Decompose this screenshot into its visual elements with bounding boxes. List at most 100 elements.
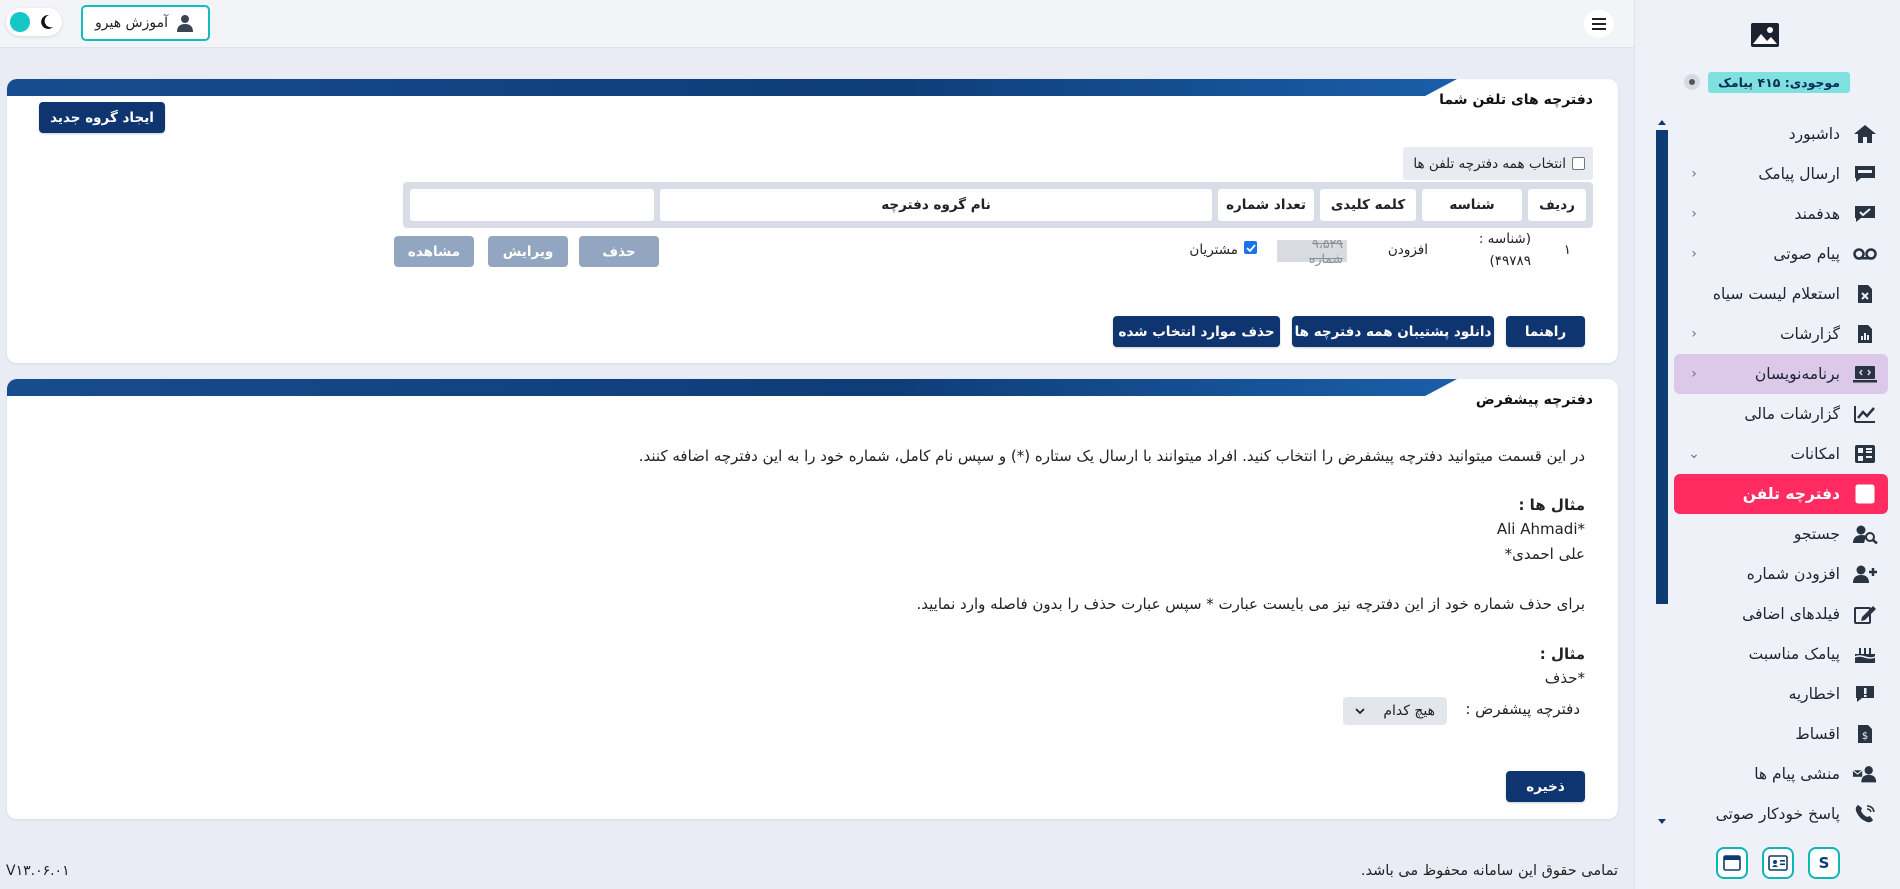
table-header: ردیف شناسه کلمه کلیدی تعداد شماره نام گر… [403,182,1593,228]
sidebar-item-developers[interactable]: برنامه‌نویسان ‹ [1674,354,1888,394]
chevron-left-icon: ‹ [1691,326,1697,342]
delete-selected-button[interactable]: حذف موارد انتخاب شده [1113,316,1280,347]
browser-window-button[interactable] [1716,847,1748,879]
row-count: ۹،۵۲۹ شماره [1277,236,1347,266]
sidebar-item-occasion-sms[interactable]: پیامک مناسبت [1674,634,1888,674]
column-keyword: کلمه کلیدی [1320,189,1416,221]
edit-icon [1852,603,1878,625]
example-remove: *حذف [1544,669,1585,687]
select-all-label: انتخاب همه دفترچه تلفن ها [1413,155,1566,172]
chevron-left-icon: ‹ [1691,366,1697,382]
examples-heading: مثال ها : [1518,496,1585,514]
features-icon [1852,443,1878,465]
installment-icon: $ [1852,723,1878,745]
row-name: مشتریان [1189,242,1238,258]
sidebar-item-phonebook[interactable]: دفترچه تلفن [1674,474,1888,514]
create-group-button[interactable]: ایجاد گروه جدید [39,102,165,133]
sidebar-item-reports[interactable]: گزارشات ‹ [1674,314,1888,354]
save-button[interactable]: ذخیره [1506,771,1585,802]
sidebar-item-label: پیام صوتی [1773,245,1840,263]
sidebar-item-label: گزارشات [1779,325,1840,343]
alert-icon [1852,683,1878,705]
contact-card-icon [1768,855,1788,871]
balance-badge: موجودی: ۴۱۵ پیامک [1708,71,1850,93]
add-user-icon [1852,563,1878,585]
top-bar: آموزش هیرو [0,0,1634,48]
browser-window-icon [1723,855,1741,871]
sidebar-item-label: استعلام لیست سیاه [1712,285,1840,303]
copyright-text: تمامی حقوق این سامانه محفوظ می باشد. [1360,863,1618,879]
phone-reply-icon [1852,803,1878,825]
sidebar-item-dashboard[interactable]: داشبورد [1674,114,1888,154]
scroll-up-arrow-icon[interactable] [1658,120,1666,125]
row-id-line1: (شناسه : [1478,231,1531,247]
sidebar-item-targeted[interactable]: هدفمند ‹ [1674,194,1888,234]
user-icon [177,15,194,32]
sidebar-item-label: هدفمند [1794,205,1841,223]
phonebooks-title: دفترچه های تلفن شما [1439,92,1593,108]
scrollbar-thumb[interactable] [1656,130,1668,604]
hamburger-icon [1592,18,1606,30]
user-name: آموزش هیرو [95,15,169,31]
column-count: تعداد شماره [1218,189,1314,221]
sidebar-item-label: امکانات [1790,445,1840,463]
delete-button[interactable]: حذف [579,236,659,267]
sidebar-item-label: داشبورد [1788,125,1840,143]
sidebar-item-label: منشی پیام ها [1754,765,1840,783]
select-value: هیچ کدام [1383,703,1435,719]
example-persian: علی احمدی* [1504,545,1585,563]
edit-button[interactable]: ویرایش [488,236,568,267]
sms-icon [1852,163,1878,185]
select-all-checkbox[interactable] [1572,157,1585,170]
sidebar-item-send-sms[interactable]: ارسال پیامک ‹ [1674,154,1888,194]
refresh-balance-icon[interactable] [1684,74,1701,90]
select-all-phonebooks[interactable]: انتخاب همه دفترچه تلفن ها [1403,147,1593,180]
sidebar-item-installments[interactable]: $ اقساط [1674,714,1888,754]
chevron-down-icon: ⌄ [1688,446,1700,462]
toggle-knob [10,12,30,32]
sidebar-item-features[interactable]: امکانات ⌄ [1674,434,1888,474]
sidebar-scrollbar[interactable] [1656,120,1668,824]
sidebar-item-label: اخطاریه [1788,685,1840,703]
secretary-icon [1852,763,1878,785]
target-message-icon [1852,203,1878,225]
sidebar-item-voice-message[interactable]: پیام صوتی ‹ [1674,234,1888,274]
balance-row: موجودی: ۴۱۵ پیامک [1684,70,1850,94]
default-book-title: دفترچه پیشفرض [1475,392,1593,408]
menu-toggle-button[interactable] [1584,10,1614,38]
column-row: ردیف [1528,189,1586,221]
default-phonebook-select[interactable]: هیچ کدام [1343,697,1447,725]
default-phonebook-card: دفترچه پیشفرض در این قسمت میتوانید دفترچ… [7,379,1618,819]
row-checkbox[interactable] [1244,241,1257,254]
view-button[interactable]: مشاهده [394,236,474,267]
sidebar-item-voice-autoreply[interactable]: پاسخ خودکار صوتی [1674,794,1888,834]
blacklist-icon [1852,283,1878,305]
skype-icon: S [1818,854,1830,872]
download-backup-button[interactable]: دانلود پشتیبان همه دفترچه ها [1292,316,1494,347]
sidebar-item-message-secretary[interactable]: منشی پیام ها [1674,754,1888,794]
sidebar-item-label: اقساط [1795,725,1840,743]
sidebar-item-search[interactable]: جستجو [1674,514,1888,554]
sidebar-item-label: برنامه‌نویسان [1754,365,1840,383]
sidebar-item-label: افزودن شماره [1746,565,1840,583]
sidebar-menu: داشبورد ارسال پیامک ‹ هدفمند ‹ پیام صوتی… [1674,114,1888,834]
sidebar-item-add-number[interactable]: افزودن شماره [1674,554,1888,594]
skype-button[interactable]: S [1808,847,1840,879]
sidebar-item-notice[interactable]: اخطاریه [1674,674,1888,714]
sidebar: موجودی: ۴۱۵ پیامک داشبورد ارسال پیامک ‹ … [1634,0,1900,889]
chevron-down-icon [1355,707,1365,714]
sidebar-item-financial-reports[interactable]: گزارشات مالی [1674,394,1888,434]
help-button[interactable]: راهنما [1506,316,1585,347]
scroll-down-arrow-icon[interactable] [1658,819,1666,824]
row-keyword: افزودن [1387,242,1428,258]
user-account-button[interactable]: آموزش هیرو [81,5,211,41]
column-actions [410,189,654,221]
sidebar-item-label: گزارشات مالی [1744,405,1840,423]
contact-card-button[interactable] [1762,847,1794,879]
sidebar-item-label: پیامک مناسبت [1748,645,1840,663]
user-search-icon [1852,523,1878,545]
sidebar-item-extra-fields[interactable]: فیلدهای اضافی [1674,594,1888,634]
theme-toggle[interactable] [6,8,62,36]
cake-icon [1852,643,1878,665]
sidebar-item-blacklist[interactable]: استعلام لیست سیاه [1674,274,1888,314]
